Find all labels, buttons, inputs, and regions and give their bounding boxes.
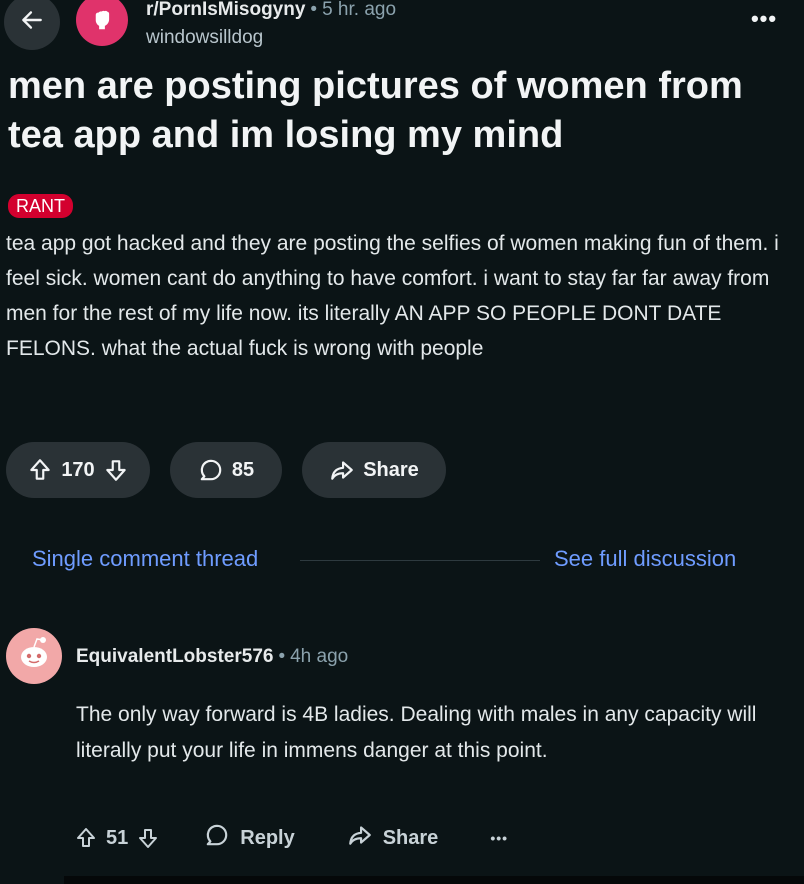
downvote-icon[interactable] bbox=[103, 457, 129, 483]
comment-vote-count: 51 bbox=[106, 826, 129, 849]
share-label: Share bbox=[363, 458, 419, 481]
comment-author[interactable]: EquivalentLobster576 bbox=[76, 646, 273, 667]
post-age: 5 hr. ago bbox=[322, 0, 397, 20]
comment-count: 85 bbox=[231, 458, 255, 481]
post-body: tea app got hacked and they are posting … bbox=[6, 232, 779, 360]
comment-upvote-icon[interactable] bbox=[74, 826, 98, 850]
comment-downvote-icon[interactable] bbox=[136, 826, 160, 850]
single-comment-thread-link[interactable]: Single comment thread bbox=[32, 546, 258, 572]
share-arrow-icon bbox=[329, 457, 355, 483]
comment-actions: 51 Reply Share ••• bbox=[74, 818, 508, 858]
post-vote-count: 170 bbox=[61, 458, 95, 481]
comments-button[interactable]: 85 bbox=[170, 442, 282, 498]
reply-bubble-icon bbox=[204, 822, 230, 854]
upvote-icon[interactable] bbox=[27, 457, 53, 483]
subreddit-name[interactable]: r/PornIsMisogyny bbox=[146, 0, 305, 20]
share-button[interactable]: Share bbox=[302, 442, 446, 498]
comment-meta: EquivalentLobster576 • 4h ago bbox=[76, 646, 348, 668]
back-button[interactable] bbox=[4, 0, 60, 50]
see-full-discussion-link[interactable]: See full discussion bbox=[554, 546, 736, 572]
post-flair[interactable]: RANT bbox=[8, 194, 73, 218]
thread-divider bbox=[300, 560, 540, 561]
comment-more-button[interactable]: ••• bbox=[490, 830, 508, 846]
comment-meta-separator: • bbox=[278, 646, 286, 667]
reply-label: Reply bbox=[240, 826, 295, 849]
comment-body: The only way forward is 4B ladies. Deali… bbox=[76, 703, 757, 762]
comment-share-button[interactable]: Share bbox=[347, 822, 439, 854]
post-title: men are posting pictures of women from t… bbox=[8, 65, 743, 156]
reply-button[interactable]: Reply bbox=[204, 822, 295, 854]
comment-avatar[interactable] bbox=[6, 628, 62, 684]
more-options-button[interactable]: ••• bbox=[744, 6, 784, 36]
raised-fist-icon bbox=[87, 3, 117, 38]
post-meta: r/PornIsMisogyny • 5 hr. ago bbox=[146, 0, 396, 20]
arrow-left-icon bbox=[19, 7, 45, 38]
comment-bubble-icon bbox=[198, 457, 224, 483]
comment-share-label: Share bbox=[382, 826, 439, 849]
meta-separator: • bbox=[310, 0, 318, 20]
vote-pill: 170 bbox=[6, 442, 150, 498]
comment-share-arrow-icon bbox=[347, 822, 373, 854]
post-author[interactable]: windowsilldog bbox=[146, 27, 263, 49]
subreddit-avatar[interactable] bbox=[76, 0, 128, 46]
comment-age: 4h ago bbox=[290, 646, 349, 667]
snoo-avatar-icon bbox=[12, 632, 56, 681]
bottom-overlay-bar bbox=[64, 876, 804, 884]
